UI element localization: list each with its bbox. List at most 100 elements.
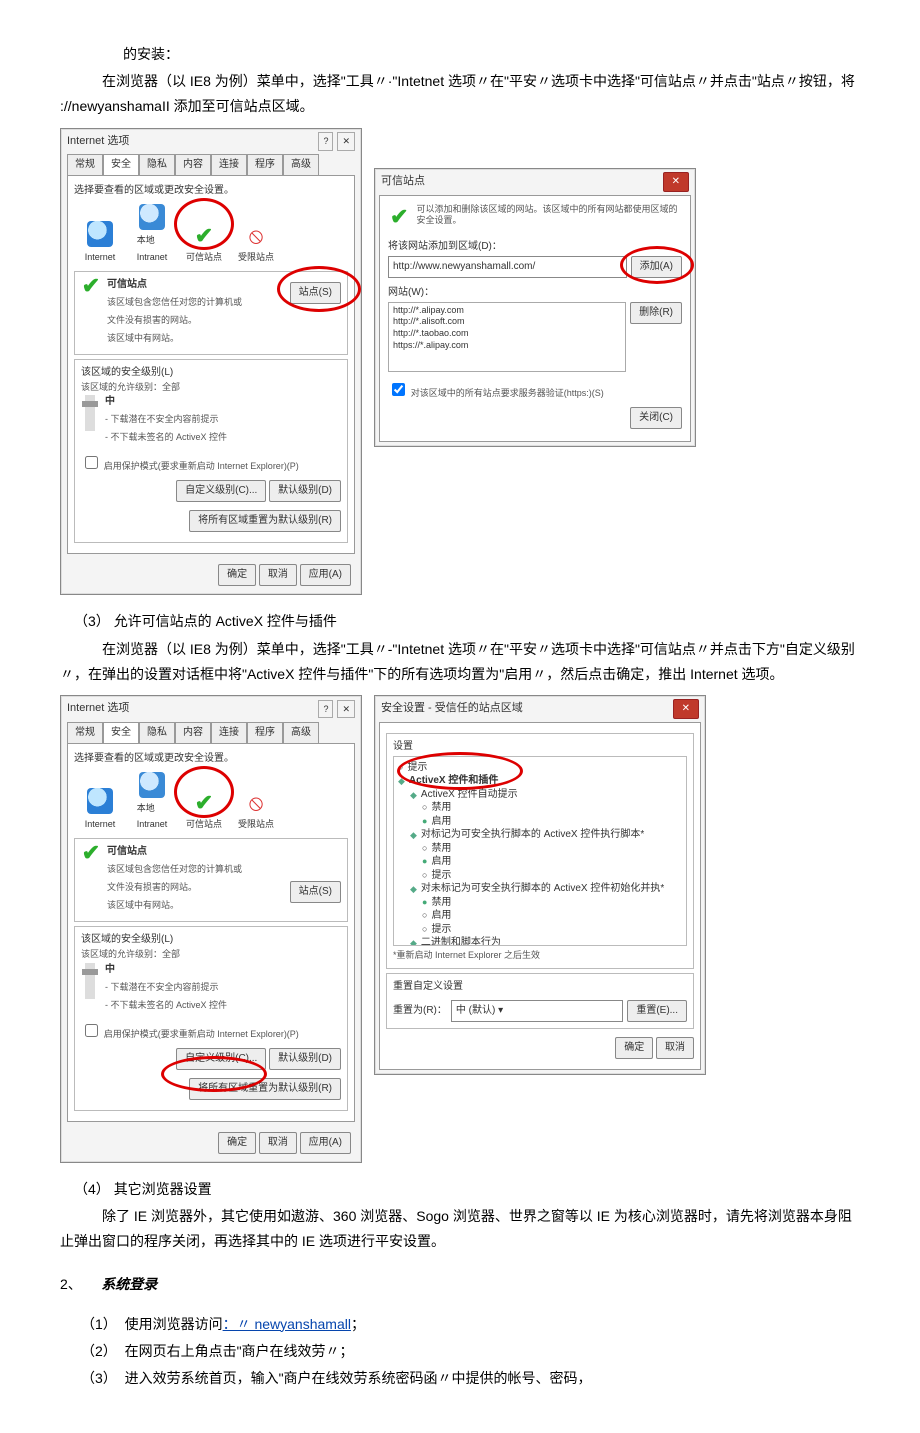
close-icon[interactable]: ✕ bbox=[337, 132, 355, 150]
tab-programs[interactable]: 程序 bbox=[247, 722, 283, 743]
dialog-title: 可信站点 bbox=[381, 172, 425, 192]
radio-enable[interactable] bbox=[422, 815, 427, 829]
apply-button[interactable]: 应用(A) bbox=[300, 564, 351, 586]
zone-intranet[interactable]: 本地 Intranet bbox=[130, 772, 174, 832]
cancel-button[interactable]: 取消 bbox=[259, 1132, 297, 1154]
level-allow: 该区域的允许级别：全部 bbox=[81, 949, 341, 961]
ok-button[interactable]: 确定 bbox=[218, 564, 256, 586]
para-step3: 在浏览器（以 IE8 为例）菜单中，选择"工具〃-"Intetnet 选项〃在"… bbox=[60, 637, 860, 687]
close-icon[interactable]: ✕ bbox=[663, 172, 689, 192]
activex-icon: ◆ bbox=[410, 789, 417, 801]
radio-prompt[interactable] bbox=[422, 869, 427, 883]
close-icon[interactable]: ✕ bbox=[673, 699, 699, 719]
zone-internet-label: Internet bbox=[85, 249, 116, 265]
activex-icon: ◆ bbox=[410, 937, 417, 946]
require-https-checkbox[interactable] bbox=[392, 383, 405, 396]
tab-privacy[interactable]: 隐私 bbox=[139, 722, 175, 743]
section-3-number: （3） bbox=[74, 613, 110, 629]
tab-connections[interactable]: 连接 bbox=[211, 154, 247, 175]
opt-enable: 启用 bbox=[431, 855, 451, 869]
default-level-button[interactable]: 默认级别(D) bbox=[269, 480, 341, 502]
login-step-1-number: （1） bbox=[81, 1316, 117, 1332]
security-slider[interactable] bbox=[85, 395, 95, 431]
radio-prompt[interactable] bbox=[422, 923, 427, 937]
tab-general[interactable]: 常规 bbox=[67, 154, 103, 175]
opt-disable: 禁用 bbox=[431, 801, 451, 815]
annotation-circle-sites bbox=[277, 266, 361, 312]
login-step-2: （2） 在网页右上角点击"商户在线效劳〃； bbox=[81, 1339, 860, 1364]
level-note1: - 下载潜在不安全内容前提示 bbox=[105, 414, 219, 424]
radio-enable[interactable] bbox=[422, 855, 427, 869]
cancel-button[interactable]: 取消 bbox=[656, 1037, 694, 1059]
reset-all-button[interactable]: 将所有区域重置为默认级别(R) bbox=[189, 510, 341, 532]
section-4-heading: （4） 其它浏览器设置 bbox=[60, 1177, 860, 1202]
activex-auto-prompt: ActiveX 控件自动提示 bbox=[421, 788, 518, 802]
tab-advanced[interactable]: 高级 bbox=[283, 154, 319, 175]
activex-icon: ◆ bbox=[410, 883, 417, 895]
default-level-button[interactable]: 默认级别(D) bbox=[269, 1048, 341, 1070]
trusted-title: 可信站点 bbox=[107, 279, 147, 290]
zone-intranet-label: 本地 Intranet bbox=[137, 232, 168, 264]
radio-enable[interactable] bbox=[422, 909, 427, 923]
radio-disable[interactable] bbox=[422, 842, 427, 856]
close-icon[interactable]: ✕ bbox=[337, 700, 355, 718]
ok-button[interactable]: 确定 bbox=[615, 1037, 653, 1059]
tab-security[interactable]: 安全 bbox=[103, 154, 139, 175]
opt-disable: 禁用 bbox=[431, 842, 451, 856]
globe-icon bbox=[87, 221, 113, 247]
cancel-button[interactable]: 取消 bbox=[259, 564, 297, 586]
zone-internet[interactable]: Internet bbox=[78, 221, 122, 265]
zone-restricted[interactable]: 受限站点 bbox=[234, 790, 278, 832]
list-item[interactable]: http://*.alisoft.com bbox=[393, 316, 621, 328]
close-button[interactable]: 关闭(C) bbox=[630, 407, 682, 429]
custom-level-button[interactable]: 自定义级别(C)... bbox=[176, 480, 266, 502]
globe-icon bbox=[87, 788, 113, 814]
reset-button[interactable]: 重置(E)... bbox=[627, 1000, 687, 1022]
zone-intranet[interactable]: 本地 Intranet bbox=[130, 204, 174, 264]
help-icon[interactable]: ? bbox=[318, 132, 333, 150]
login-step-3-text: 进入效劳系统首页，输入"商户在线效劳系统密码函〃中提供的帐号、密码， bbox=[125, 1370, 592, 1386]
opt-prompt: 提示 bbox=[431, 869, 451, 883]
reset-to-select[interactable]: 中 (默认) ▾ bbox=[451, 1000, 623, 1022]
trusted-sub: 该区域中有网站。 bbox=[107, 333, 179, 343]
protected-mode-checkbox[interactable] bbox=[85, 1024, 98, 1037]
require-https-label: 对该区域中的所有站点要求服务器验证(https:)(S) bbox=[411, 388, 604, 398]
remove-button[interactable]: 删除(R) bbox=[630, 302, 682, 324]
zone-internet[interactable]: Internet bbox=[78, 788, 122, 832]
tab-privacy[interactable]: 隐私 bbox=[139, 154, 175, 175]
sites-button[interactable]: 站点(S) bbox=[290, 881, 341, 903]
help-icon[interactable]: ? bbox=[318, 700, 333, 718]
trusted-desc: 该区域包含您信任对您的计算机或 文件没有损害的网站。 bbox=[107, 297, 242, 325]
list-item[interactable]: http://*.alipay.com bbox=[393, 305, 621, 317]
para-step2: 在浏览器（以 IE8 为例）菜单中，选择"工具〃·"Intetnet 选项〃在"… bbox=[60, 69, 860, 119]
forbidden-icon bbox=[243, 790, 269, 816]
tab-advanced[interactable]: 高级 bbox=[283, 722, 319, 743]
tab-connections[interactable]: 连接 bbox=[211, 722, 247, 743]
opt-prompt: 提示 bbox=[431, 923, 451, 937]
tab-content[interactable]: 内容 bbox=[175, 722, 211, 743]
list-item[interactable]: https://*.alipay.com bbox=[393, 340, 621, 352]
login-step-1-text: 使用浏览器访问 bbox=[125, 1316, 223, 1332]
para-install-suffix: 的安装： bbox=[60, 42, 860, 67]
zone-select-label: 选择要查看的区域或更改安全设置。 bbox=[74, 182, 348, 200]
checkmark-icon bbox=[388, 204, 411, 230]
protected-mode-checkbox[interactable] bbox=[85, 456, 98, 469]
apply-button[interactable]: 应用(A) bbox=[300, 1132, 351, 1154]
add-site-input[interactable]: http://www.newyanshamall.com/ bbox=[388, 256, 627, 278]
zone-trusted-label: 可信站点 bbox=[186, 249, 222, 265]
tab-programs[interactable]: 程序 bbox=[247, 154, 283, 175]
security-slider[interactable] bbox=[85, 963, 95, 999]
annotation-circle-custom bbox=[161, 1056, 267, 1092]
zone-restricted[interactable]: 受限站点 bbox=[234, 223, 278, 265]
tab-security[interactable]: 安全 bbox=[103, 722, 139, 743]
radio-disable[interactable] bbox=[422, 801, 427, 815]
radio-disable[interactable] bbox=[422, 896, 427, 910]
ok-button[interactable]: 确定 bbox=[218, 1132, 256, 1154]
sites-listbox[interactable]: http://*.alipay.com http://*.alisoft.com… bbox=[388, 302, 626, 372]
tab-general[interactable]: 常规 bbox=[67, 722, 103, 743]
login-url-link[interactable]: ：〃 newyanshamall bbox=[223, 1316, 351, 1332]
tab-content[interactable]: 内容 bbox=[175, 154, 211, 175]
annotation-circle-trusted bbox=[174, 198, 234, 250]
login-step-2-number: （2） bbox=[81, 1343, 117, 1359]
list-item[interactable]: http://*.taobao.com bbox=[393, 328, 621, 340]
